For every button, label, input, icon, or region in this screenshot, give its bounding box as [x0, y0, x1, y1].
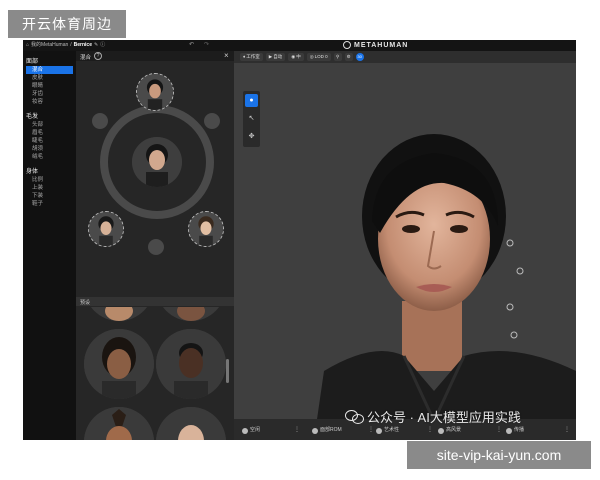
face-rom-dropdown[interactable]: 面部ROM: [312, 426, 342, 435]
more-icon[interactable]: ⋮: [564, 426, 570, 435]
more-icon[interactable]: ⋮: [496, 426, 502, 435]
blend-face-right[interactable]: [188, 211, 224, 247]
idle-animation-dropdown[interactable]: 空闲: [242, 426, 260, 435]
preset-card[interactable]: [84, 407, 154, 440]
breadcrumb-current: Bernice: [73, 41, 92, 48]
preset-card[interactable]: [84, 329, 154, 399]
screenshot: 开云体育周边 ⌂ 我的MetaHuman / Bernice ✎ ⓘ ↶ ↷ M…: [0, 0, 600, 480]
background-dropdown[interactable]: 高风景: [438, 426, 461, 435]
settings-icon[interactable]: ⚙: [344, 53, 353, 61]
blend-panel: 混合 ? × 预设: [76, 51, 234, 440]
landscape-icon: [438, 427, 444, 434]
nav-section-hair: 毛发: [26, 114, 39, 120]
nav-item-blend[interactable]: 混合: [26, 66, 73, 74]
presets-scrollbar[interactable]: [226, 359, 229, 383]
breadcrumb-home[interactable]: 我的MetaHuman: [31, 41, 68, 48]
watermark-top: 开云体育周边: [8, 10, 126, 38]
lightbulb-icon: ♦: [243, 54, 246, 59]
help-icon[interactable]: ?: [94, 52, 102, 60]
eye-icon: ◉: [291, 54, 296, 59]
viewport-tools: ● ↖ ✥: [243, 91, 260, 147]
move-tool-icon[interactable]: ↖: [245, 112, 258, 125]
more-icon[interactable]: ⋮: [368, 426, 374, 435]
blend-face-center[interactable]: [132, 137, 182, 187]
nav-item-shoes[interactable]: 鞋子: [26, 200, 76, 208]
preset-card[interactable]: [84, 307, 154, 321]
watermark-bottom: site-vip-kai-yun.com: [407, 441, 591, 469]
presets-header: 预设: [76, 297, 234, 306]
blend-face-left[interactable]: [88, 211, 124, 247]
viewport[interactable]: ♦ 工作室 ▶ 自动 ◉ 中 ◎ LOD 0 ⚲ ⚙ 30 ● ↖ ✥ 空闲 ⋮…: [234, 51, 576, 440]
undo-icon[interactable]: ↶: [189, 41, 194, 48]
nav-item-proportions[interactable]: 比例: [26, 176, 76, 184]
character-portrait: [314, 121, 576, 440]
face-icon: [312, 427, 318, 434]
blend-circle[interactable]: [76, 63, 234, 258]
viewport-toolbar: ♦ 工作室 ▶ 自动 ◉ 中 ◎ LOD 0 ⚲ ⚙ 30: [234, 51, 576, 63]
blend-face-top[interactable]: [136, 73, 174, 111]
panel-header: 混合 ? ×: [76, 51, 234, 61]
info-icon[interactable]: ⓘ: [100, 41, 105, 48]
edit-icon[interactable]: ✎: [94, 42, 98, 48]
sculpt-tool-icon[interactable]: ●: [245, 94, 258, 107]
camera-button[interactable]: ♦ 工作室: [240, 53, 263, 61]
category-nav: 面部 混合 皮肤 眼睛 牙齿 妆容 毛发 头部 眉毛 睫毛 胡须 绒毛 身体 比…: [23, 51, 76, 440]
nav-item-bottoms[interactable]: 下装: [26, 192, 76, 200]
blend-slot-knob[interactable]: [148, 239, 164, 255]
layers-icon: ◎: [309, 54, 314, 59]
nav-item-eyes[interactable]: 眼睛: [26, 82, 76, 90]
preset-card[interactable]: [156, 329, 226, 399]
preset-card[interactable]: [156, 407, 226, 440]
nav-section-face: 面部: [26, 59, 39, 65]
breadcrumb: ⌂ 我的MetaHuman / Bernice ✎ ⓘ: [26, 41, 105, 49]
metahuman-creator-window: ⌂ 我的MetaHuman / Bernice ✎ ⓘ ↶ ↷ METAHUMA…: [23, 40, 576, 440]
brand-name: METAHUMAN: [354, 41, 409, 49]
quality-button[interactable]: ◉ 中: [288, 53, 304, 61]
transform-tool-icon[interactable]: ✥: [245, 130, 258, 143]
presets-label: 预设: [80, 300, 91, 306]
nav-item-head[interactable]: 头部: [26, 121, 76, 129]
blend-slot-knob[interactable]: [204, 113, 220, 129]
preset-card[interactable]: [156, 307, 226, 321]
nav-item-eyelashes[interactable]: 睫毛: [26, 137, 76, 145]
fps-badge[interactable]: 30: [355, 53, 364, 61]
nav-item-beard[interactable]: 胡须: [26, 145, 76, 153]
light-icon: [376, 427, 382, 434]
play-icon: [242, 427, 248, 434]
nav-item-skin[interactable]: 皮肤: [26, 74, 76, 82]
more-icon[interactable]: ⋮: [427, 426, 433, 435]
lod-button[interactable]: ◎ LOD 0: [306, 53, 331, 61]
link-icon[interactable]: ⚲: [333, 53, 342, 61]
redo-icon[interactable]: ↷: [204, 41, 209, 48]
lod-auto-button[interactable]: ▶ 自动: [265, 53, 286, 61]
nav-item-peachfuzz[interactable]: 绒毛: [26, 153, 76, 161]
nav-item-makeup[interactable]: 妆容: [26, 98, 76, 106]
panel-title: 混合: [80, 55, 92, 61]
breadcrumb-separator: /: [70, 41, 72, 48]
wechat-icon: [345, 409, 364, 424]
camera-icon: [506, 427, 512, 434]
presets-grid: [76, 307, 234, 440]
metahuman-logo-icon: [343, 41, 351, 49]
wechat-watermark: 公众号 · AI大模型应用实践: [345, 407, 521, 426]
film-icon: ▶: [268, 54, 273, 59]
nav-section-body: 身体: [26, 169, 39, 175]
nav-item-tops[interactable]: 上装: [26, 184, 76, 192]
nav-item-teeth[interactable]: 牙齿: [26, 90, 76, 98]
home-icon[interactable]: ⌂: [26, 42, 29, 48]
title-bar: ⌂ 我的MetaHuman / Bernice ✎ ⓘ ↶ ↷ METAHUMA…: [23, 40, 576, 51]
close-icon[interactable]: ×: [224, 51, 229, 60]
more-icon[interactable]: ⋮: [294, 426, 300, 435]
blend-slot-knob[interactable]: [92, 113, 108, 129]
lighting-dropdown[interactable]: 艺术性: [376, 426, 399, 435]
camera-preset-dropdown[interactable]: 传播: [506, 426, 524, 435]
brand-logo: METAHUMAN: [343, 41, 408, 49]
nav-item-eyebrows[interactable]: 眉毛: [26, 129, 76, 137]
